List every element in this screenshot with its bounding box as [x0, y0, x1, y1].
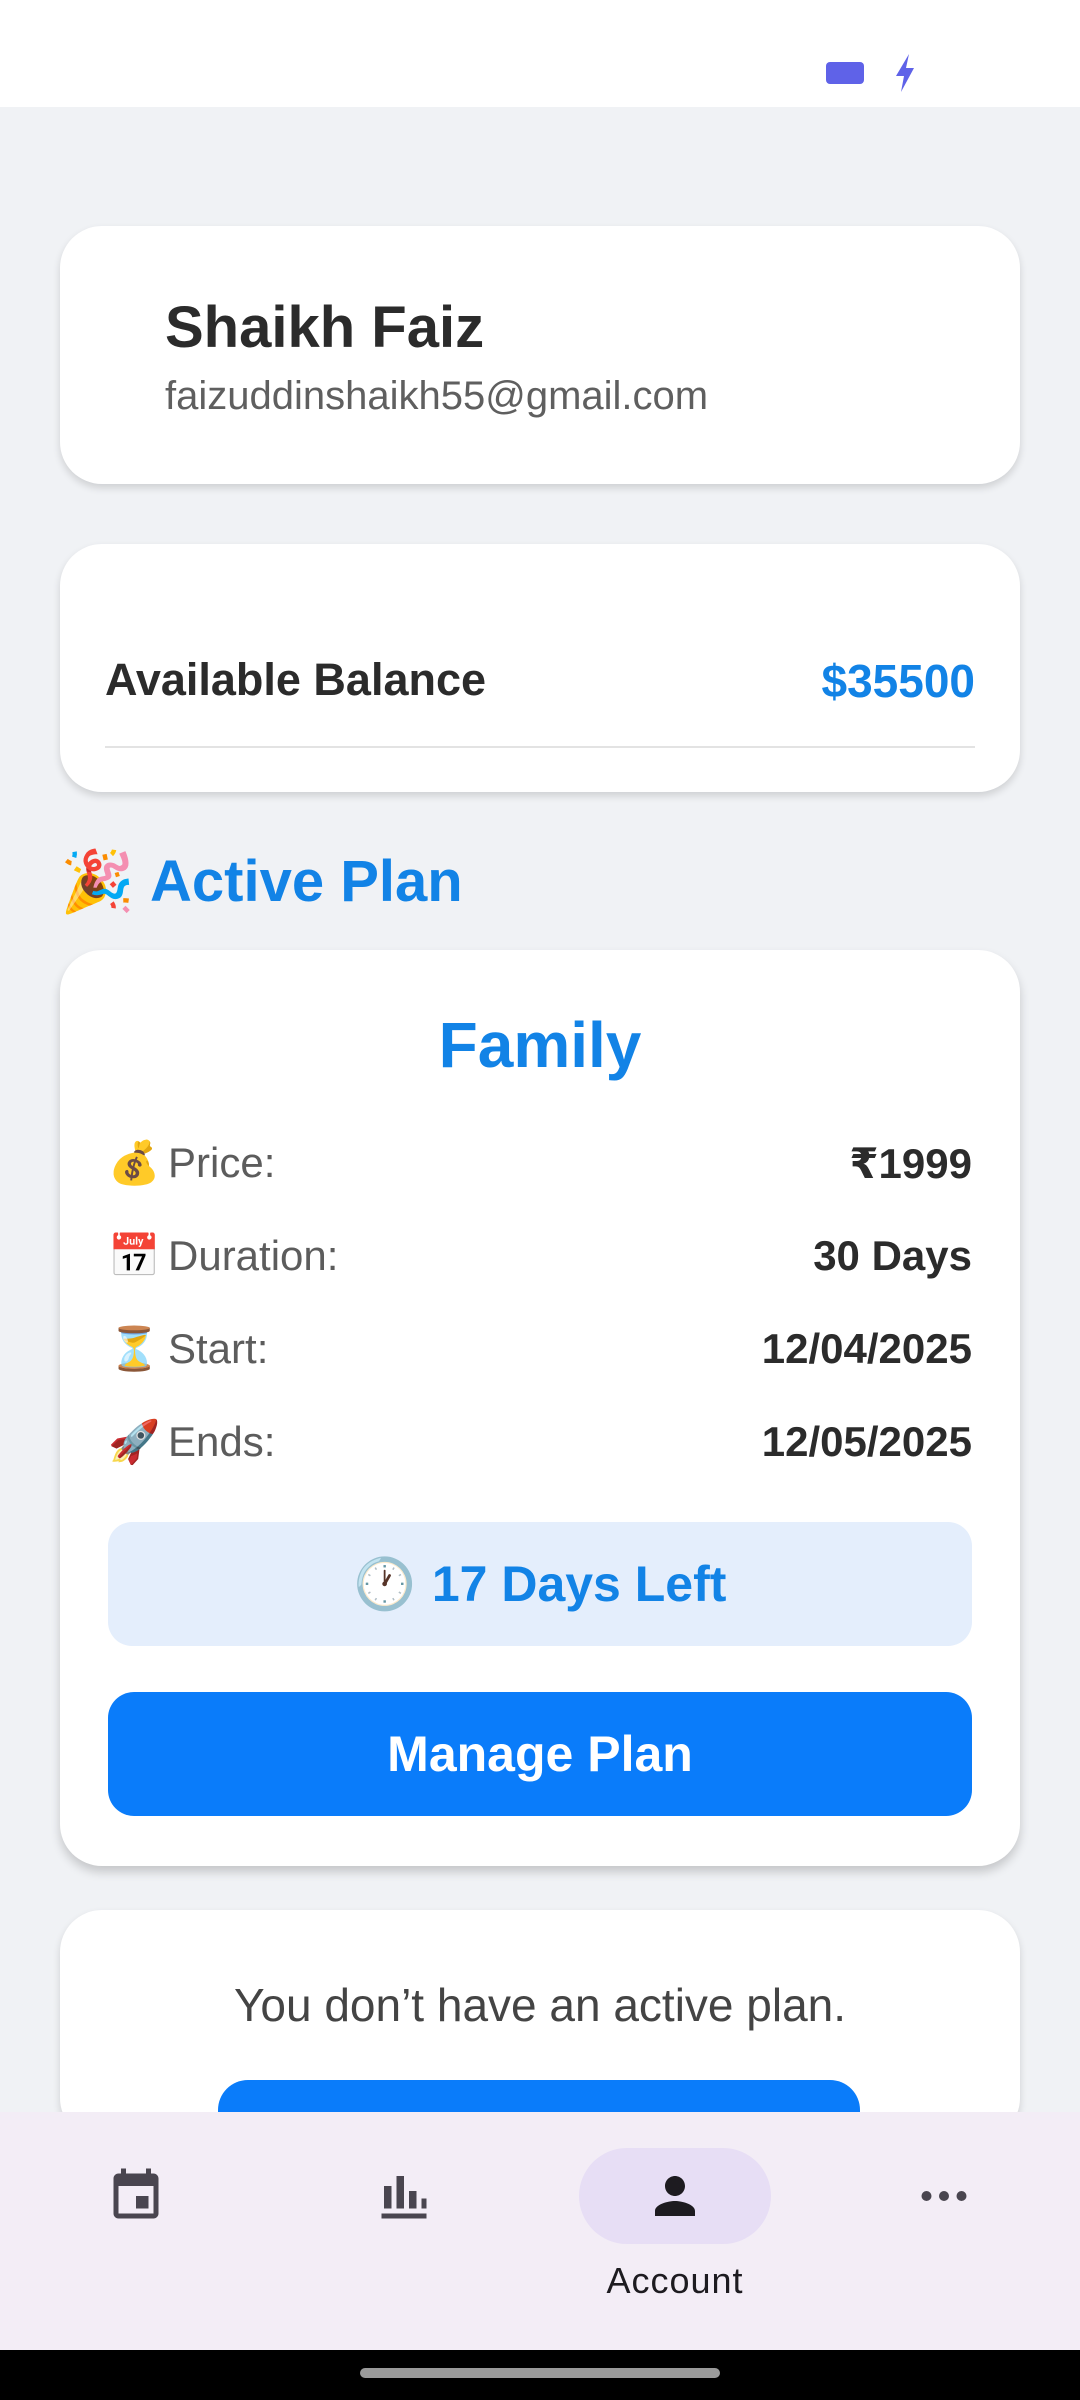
- gesture-bar: [0, 2350, 1080, 2400]
- balance-label: Available Balance: [105, 654, 487, 705]
- days-left-text: 17 Days Left: [431, 1556, 727, 1612]
- profile-email: faizuddinshaikh55@gmail.com: [165, 374, 709, 418]
- start-value: 12/04/2025: [761, 1325, 972, 1372]
- hourglass-icon: ⏳: [108, 1324, 161, 1372]
- battery-icon: [826, 62, 864, 84]
- nav-item-more[interactable]: [848, 2148, 1040, 2308]
- days-left-badge: 🕐 17 Days Left: [108, 1522, 972, 1646]
- duration-label: Duration:: [168, 1232, 339, 1279]
- bar-chart-icon: [381, 2176, 427, 2219]
- nav-item-stats[interactable]: [308, 2148, 500, 2308]
- nav-account-label: Account: [606, 2260, 744, 2301]
- bottom-navigation: Account: [0, 2112, 1080, 2350]
- plan-row-duration: 📅 Duration: 30 Days: [108, 1226, 972, 1286]
- no-plan-card: You don’t have an active plan.: [60, 1910, 1020, 2140]
- profile-card: Shaikh Faiz faizuddinshaikh55@gmail.com: [60, 226, 1020, 484]
- ends-label: Ends:: [168, 1418, 276, 1465]
- person-icon: [655, 2176, 695, 2216]
- nav-item-account[interactable]: Account: [579, 2148, 771, 2308]
- plan-card: Family 💰 Price: ₹1999 📅 Duration: 30 Day…: [60, 950, 1020, 1866]
- duration-value: 30 Days: [813, 1232, 972, 1279]
- price-label: Price:: [168, 1139, 276, 1186]
- active-plan-title: Active Plan: [150, 848, 463, 914]
- calendar-icon: 📅: [108, 1231, 161, 1279]
- profile-name: Shaikh Faiz: [165, 295, 485, 360]
- manage-plan-button[interactable]: Manage Plan: [108, 1692, 972, 1816]
- no-plan-message: You don’t have an active plan.: [233, 1979, 847, 2031]
- price-value: ₹1999: [849, 1139, 972, 1187]
- party-popper-icon: 🎉: [60, 847, 135, 915]
- ends-value: 12/05/2025: [761, 1418, 972, 1465]
- balance-card: Available Balance $35500: [60, 544, 1020, 792]
- plan-row-start: ⏳ Start: 12/04/2025: [108, 1319, 972, 1379]
- clock-icon: 🕐: [353, 1555, 416, 1612]
- plan-name: Family: [438, 1009, 642, 1081]
- start-label: Start:: [168, 1325, 269, 1372]
- plan-row-ends: 🚀 Ends: 12/05/2025: [108, 1412, 972, 1472]
- nav-item-calendar[interactable]: [40, 2148, 232, 2308]
- rocket-icon: 🚀: [108, 1417, 161, 1465]
- money-bag-icon: 💰: [108, 1138, 161, 1186]
- active-plan-heading: 🎉 Active Plan: [60, 846, 463, 916]
- divider: [105, 746, 975, 748]
- status-bar: [0, 0, 1080, 107]
- charging-bolt-icon: [896, 54, 914, 92]
- more-horizontal-icon: [921, 2191, 967, 2201]
- home-indicator[interactable]: [360, 2368, 720, 2378]
- account-screen: Shaikh Faiz faizuddinshaikh55@gmail.com …: [0, 0, 1080, 2400]
- plan-row-price: 💰 Price: ₹1999: [108, 1133, 972, 1193]
- calendar-icon: [113, 2168, 159, 2219]
- balance-value: $35500: [821, 655, 976, 707]
